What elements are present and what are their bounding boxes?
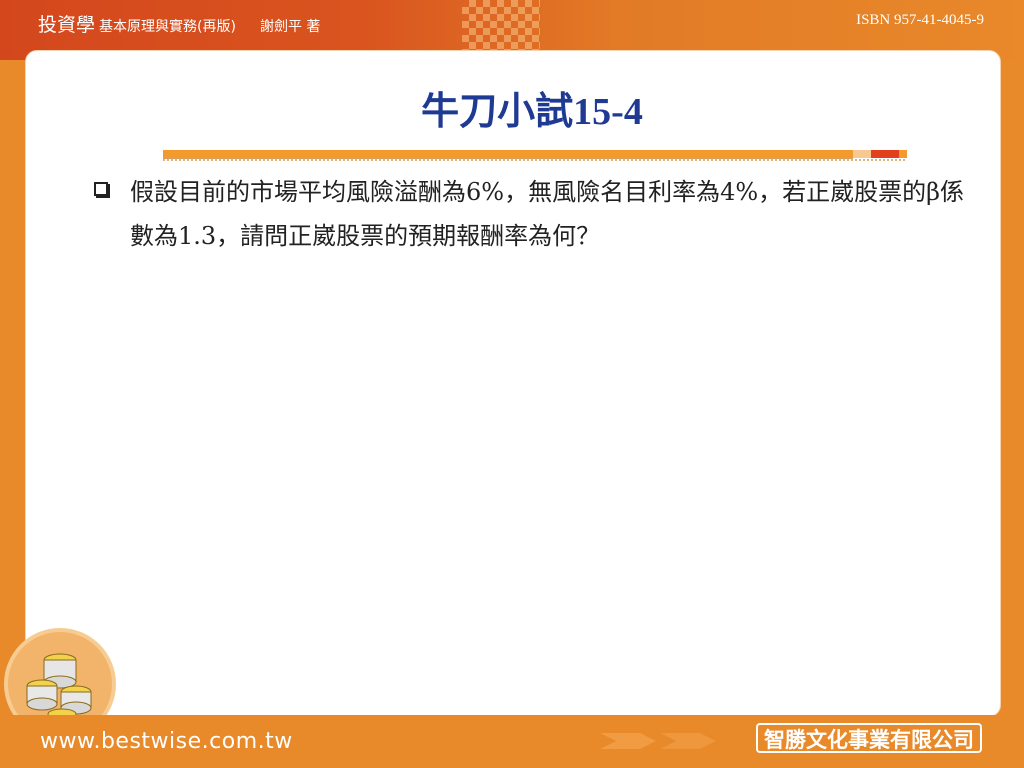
author: 謝劍平 著: [259, 19, 321, 35]
book-info: 投資學 基本原理與實務(再版) 謝劍平 著: [38, 10, 320, 37]
publisher-logo: 智勝文化事業有限公司: [756, 723, 982, 753]
slide-title-number: 15-4: [573, 91, 643, 133]
slide-title-text: 牛刀小試: [421, 89, 574, 133]
coins-icon: [26, 653, 92, 720]
checker-pattern: [462, 0, 540, 52]
title-divider: [163, 150, 907, 161]
book-subtitle: 基本原理與實務(再版): [99, 19, 236, 35]
website-url: www.bestwise.com.tw: [40, 729, 293, 754]
bullet-item: 假設目前的市場平均風險溢酬為6%，無風險名目利率為4%，若正崴股票的β係數為1.…: [94, 170, 974, 258]
book-title: 投資學: [38, 14, 96, 36]
square-bullet-icon: [94, 182, 108, 196]
question-text: 假設目前的市場平均風險溢酬為6%，無風險名目利率為4%，若正崴股票的β係數為1.…: [130, 178, 965, 250]
arrow-right-icon: [600, 733, 716, 749]
footer-band: www.bestwise.com.tw 智勝文化事業有限公司: [0, 715, 1024, 768]
slide-title: 牛刀小試15-4: [0, 80, 1024, 135]
isbn: ISBN 957-41-4045-9: [856, 12, 984, 28]
